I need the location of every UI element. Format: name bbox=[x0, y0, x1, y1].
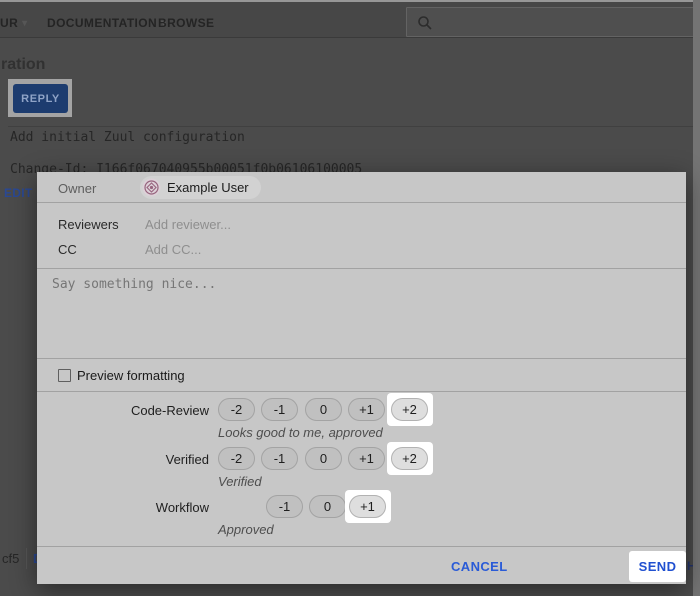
send-button[interactable]: SEND bbox=[629, 551, 686, 582]
vote-verified-plus1[interactable]: +1 bbox=[348, 447, 385, 470]
vote-label-workflow: Workflow bbox=[37, 500, 209, 515]
reply-button[interactable]: REPLY bbox=[13, 84, 68, 113]
nav-item-browse[interactable]: BROWSE bbox=[158, 16, 214, 30]
commit-subject: Add initial Zuul configuration bbox=[10, 130, 245, 145]
divider bbox=[37, 202, 686, 203]
owner-name: Example User bbox=[167, 180, 249, 195]
edit-link[interactable]: EDIT bbox=[4, 186, 33, 200]
vote-workflow-0[interactable]: 0 bbox=[309, 495, 346, 518]
send-button-highlight: SEND bbox=[629, 551, 686, 582]
screen: UR ▾ DOCUMENTATION▾ BROWSE ration REPLY A… bbox=[0, 0, 700, 596]
page-title: ration bbox=[1, 56, 45, 74]
vote-verified-0[interactable]: 0 bbox=[305, 447, 342, 470]
reply-button-highlight: REPLY bbox=[8, 79, 72, 117]
vote-workflow-plus1[interactable]: +1 bbox=[349, 495, 386, 518]
vote-desc-code-review: Looks good to me, approved bbox=[218, 425, 383, 440]
vote-code-review-minus1[interactable]: -1 bbox=[261, 398, 298, 421]
vertical-separator bbox=[26, 548, 27, 569]
divider bbox=[37, 358, 686, 359]
search-input[interactable] bbox=[406, 7, 695, 37]
vote-verified-minus1[interactable]: -1 bbox=[261, 447, 298, 470]
add-cc-input[interactable]: Add CC... bbox=[145, 242, 201, 257]
vote-desc-verified: Verified bbox=[218, 474, 262, 489]
chevron-down-icon: ▾ bbox=[22, 18, 27, 29]
vote-code-review-0[interactable]: 0 bbox=[305, 398, 342, 421]
divider bbox=[37, 546, 686, 547]
preview-formatting-checkbox[interactable] bbox=[58, 369, 71, 382]
nav-item-your[interactable]: UR ▾ bbox=[0, 16, 28, 30]
cc-label: CC bbox=[58, 242, 77, 257]
vote-code-review-plus1[interactable]: +1 bbox=[348, 398, 385, 421]
nav-browse-label: BROWSE bbox=[158, 16, 214, 30]
cancel-button[interactable]: CANCEL bbox=[451, 559, 508, 574]
vote-verified-plus2[interactable]: +2 bbox=[391, 447, 428, 470]
vote-label-verified: Verified bbox=[37, 452, 209, 467]
comment-textarea[interactable]: Say something nice... bbox=[37, 269, 686, 358]
owner-label: Owner bbox=[58, 181, 96, 196]
add-reviewer-input[interactable]: Add reviewer... bbox=[145, 217, 231, 232]
reviewers-label: Reviewers bbox=[58, 217, 119, 232]
vote-code-review-minus2[interactable]: -2 bbox=[218, 398, 255, 421]
window-top-edge bbox=[0, 0, 700, 2]
reply-dialog: Owner Example User Reviewers Add reviewe… bbox=[37, 172, 686, 584]
scrollbar[interactable] bbox=[693, 0, 700, 596]
vote-workflow-minus1[interactable]: -1 bbox=[266, 495, 303, 518]
app-header: UR ▾ DOCUMENTATION▾ BROWSE bbox=[0, 0, 700, 38]
section-divider bbox=[8, 126, 693, 127]
vote-code-review-plus2[interactable]: +2 bbox=[391, 398, 428, 421]
nav-your-label: UR bbox=[0, 16, 18, 30]
vote-verified-minus2[interactable]: -2 bbox=[218, 447, 255, 470]
vote-label-code-review: Code-Review bbox=[37, 403, 209, 418]
avatar bbox=[142, 178, 161, 197]
commit-sha-partial: cf5 bbox=[2, 551, 19, 566]
vote-desc-workflow: Approved bbox=[218, 522, 274, 537]
nav-item-documentation[interactable]: DOCUMENTATION▾ bbox=[47, 16, 167, 30]
owner-chip[interactable]: Example User bbox=[140, 176, 261, 199]
preview-formatting-label: Preview formatting bbox=[77, 368, 185, 383]
comment-placeholder: Say something nice... bbox=[52, 277, 216, 292]
divider bbox=[37, 391, 686, 392]
nav-documentation-label: DOCUMENTATION bbox=[47, 16, 157, 30]
